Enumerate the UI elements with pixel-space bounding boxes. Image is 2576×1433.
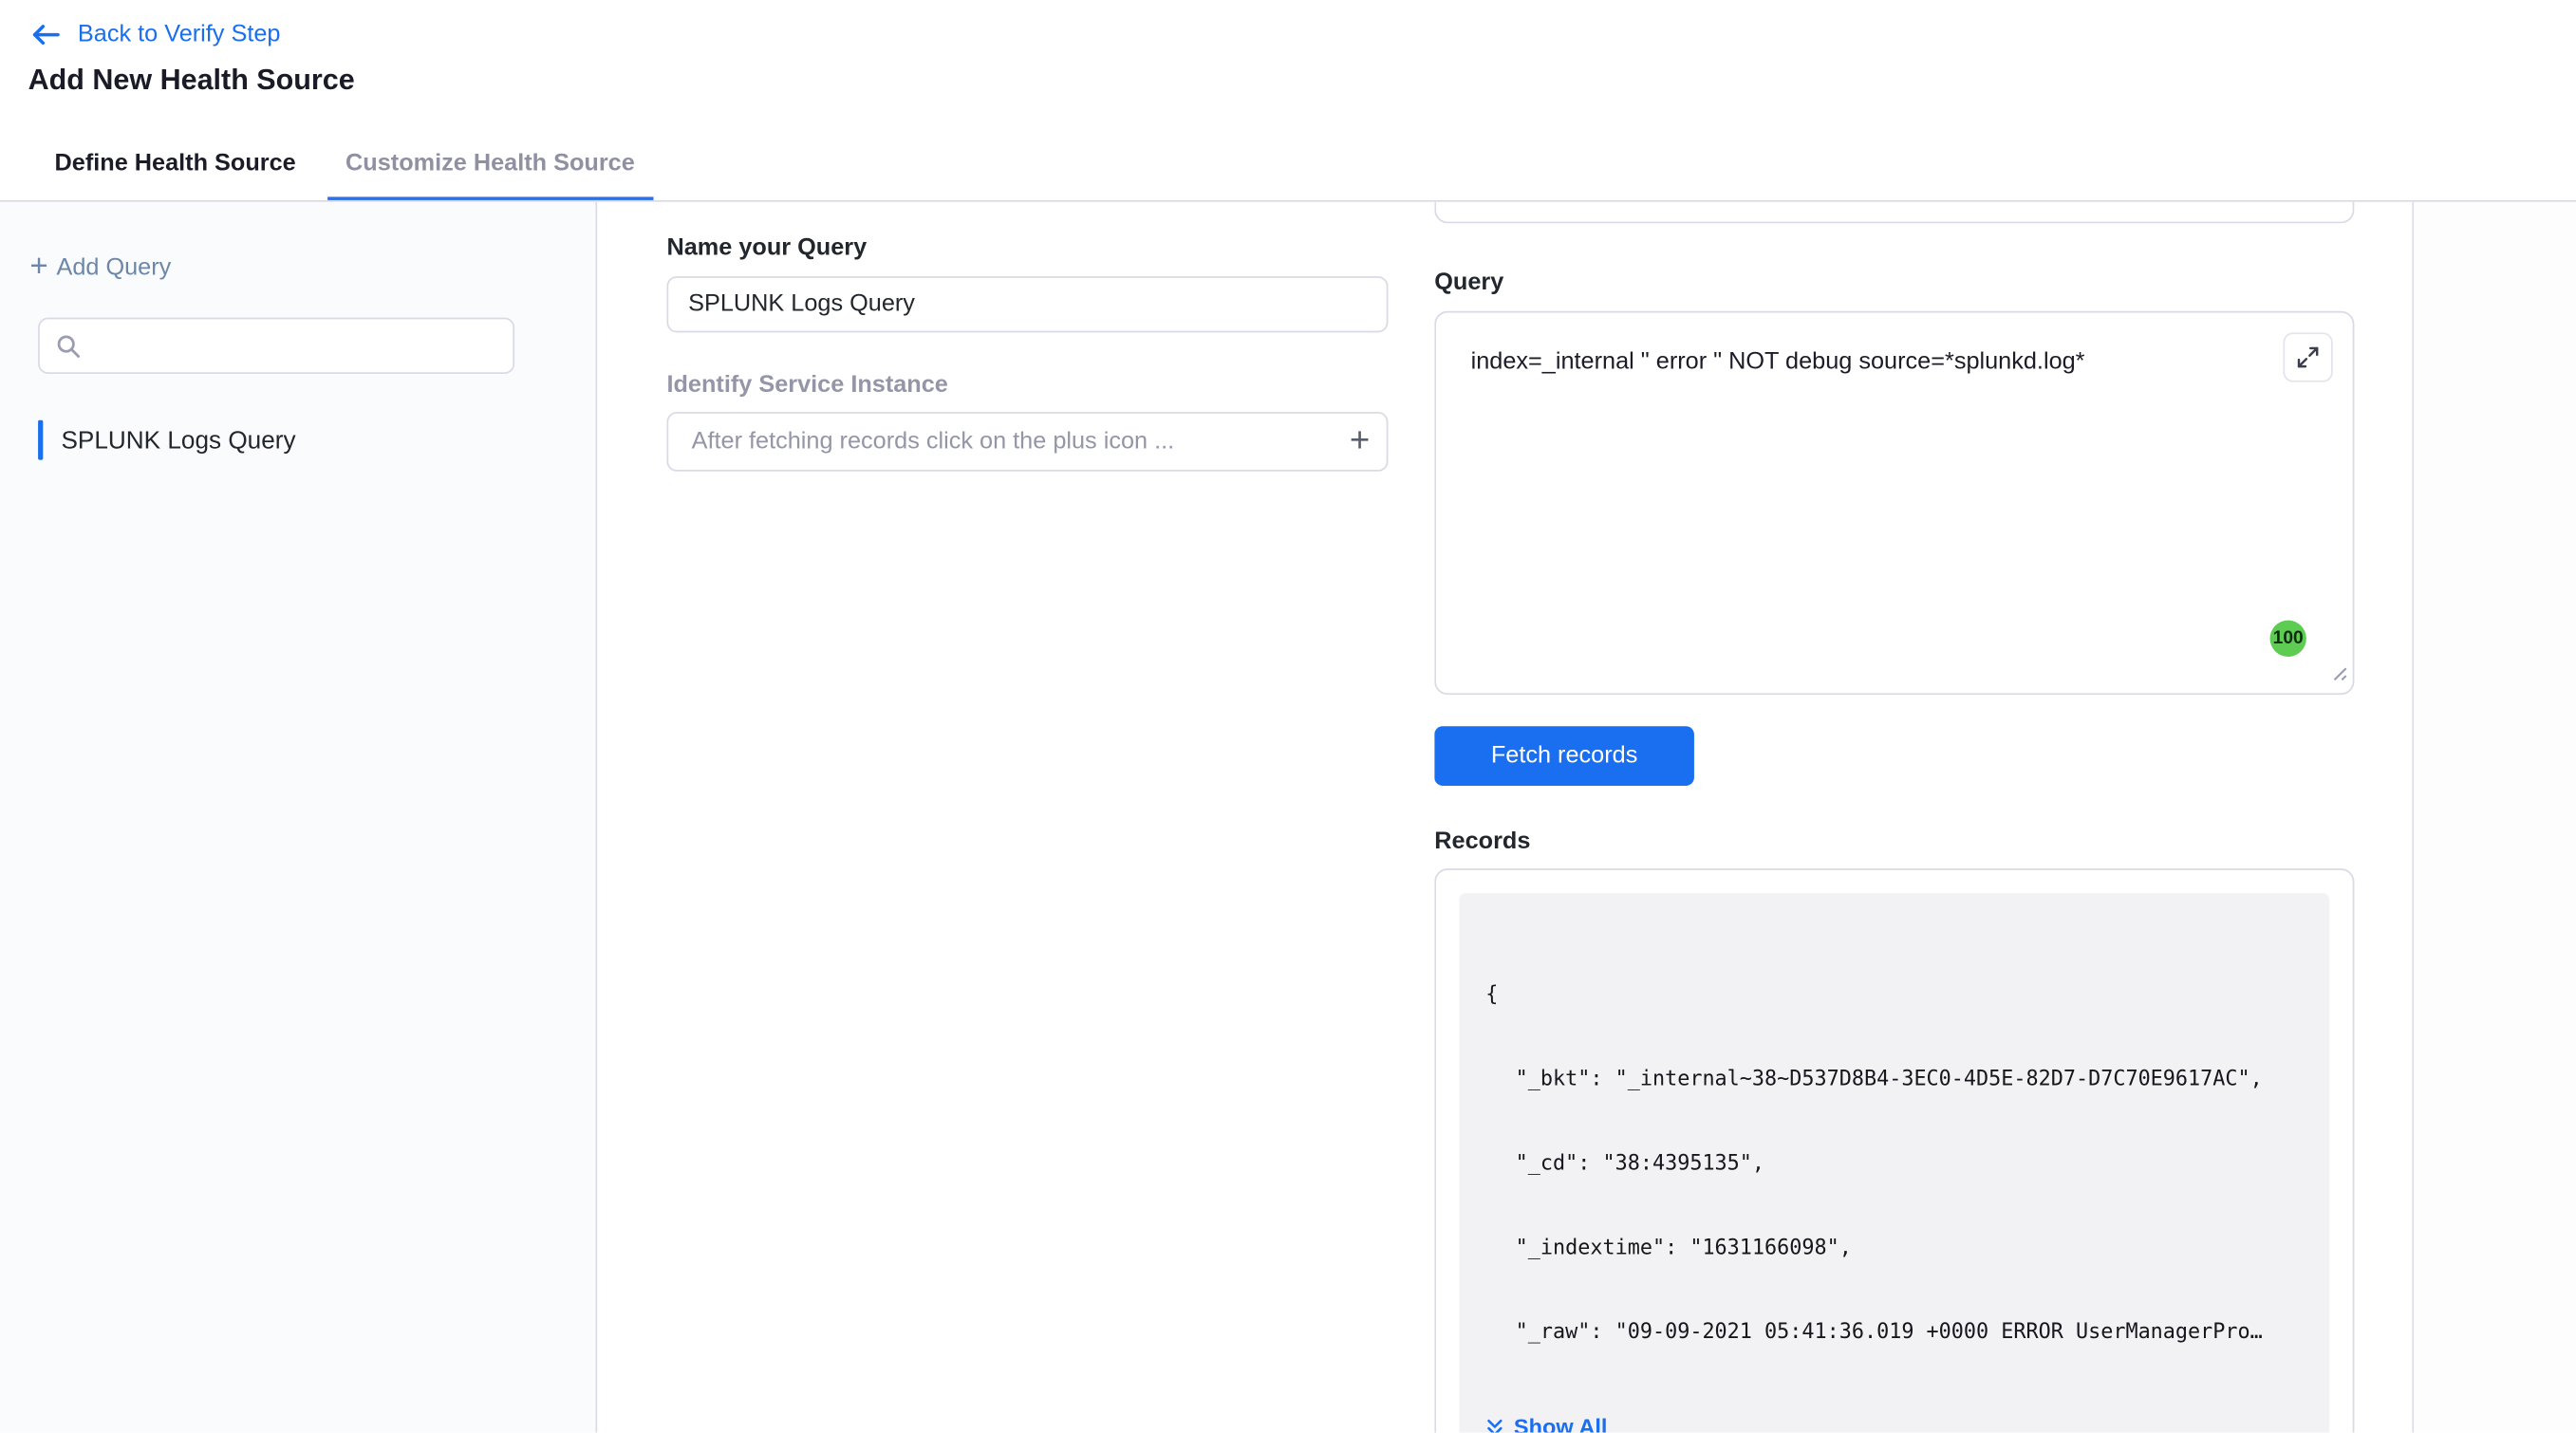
plus-icon: + bbox=[29, 256, 47, 279]
back-link-label: Back to Verify Step bbox=[78, 22, 281, 48]
query-sidebar: + Add Query SPLUNK Logs Query bbox=[0, 202, 597, 1433]
record-json: { "_bkt": "_internal~38~D537D8B4-3EC0-4D… bbox=[1485, 923, 2303, 1402]
record-json-line: "_cd": "38:4395135", bbox=[1485, 1148, 2303, 1177]
query-editor[interactable]: index=_internal " error " NOT debug sour… bbox=[1434, 311, 2354, 695]
query-form-column: Name your Query Identify Service Instanc… bbox=[597, 202, 1434, 1433]
query-item-label: SPLUNK Logs Query bbox=[61, 426, 295, 455]
query-label: Query bbox=[1434, 270, 2412, 296]
record-count-badge: 100 bbox=[2270, 621, 2306, 657]
query-list: SPLUNK Logs Query bbox=[0, 417, 596, 463]
show-all-label: Show All bbox=[1514, 1414, 1607, 1432]
record-item: { "_bkt": "_internal~38~D537D8B4-3EC0-4D… bbox=[1459, 893, 2329, 1432]
expand-icon bbox=[2296, 345, 2319, 368]
record-json-line: "_bkt": "_internal~38~D537D8B4-3EC0-4D5E… bbox=[1485, 1064, 2303, 1092]
record-json-line: "_raw": "09-09-2021 05:41:36.019 +0000 E… bbox=[1485, 1316, 2303, 1345]
show-all-link[interactable]: Show All bbox=[1485, 1414, 1607, 1432]
add-query-button[interactable]: + Add Query bbox=[29, 254, 171, 281]
query-text: index=_internal " error " NOT debug sour… bbox=[1471, 349, 2085, 376]
page-header: Back to Verify Step Add New Health Sourc… bbox=[0, 0, 2576, 202]
tab-bar: Define Health Source Customize Health So… bbox=[0, 131, 2576, 200]
search-icon bbox=[56, 333, 81, 358]
query-search-input[interactable] bbox=[94, 331, 496, 361]
name-query-label: Name your Query bbox=[666, 235, 1434, 262]
double-chevron-down-icon bbox=[1485, 1417, 1503, 1433]
query-panel-column: Query index=_internal " error " NOT debu… bbox=[1434, 202, 2414, 1433]
query-search-box bbox=[38, 318, 514, 374]
add-query-label: Add Query bbox=[56, 254, 171, 281]
selected-indicator-bar bbox=[38, 420, 43, 460]
resize-handle-icon[interactable] bbox=[2329, 661, 2347, 688]
back-to-verify-link[interactable]: Back to Verify Step bbox=[0, 0, 280, 48]
clipped-field-above[interactable] bbox=[1434, 202, 2354, 224]
records-label: Records bbox=[1434, 828, 2412, 855]
service-instance-input[interactable] bbox=[688, 427, 1336, 456]
record-json-line: { bbox=[1485, 979, 2303, 1008]
records-list: { "_bkt": "_internal~38~D537D8B4-3EC0-4D… bbox=[1434, 868, 2354, 1432]
tab-customize-health-source[interactable]: Customize Health Source bbox=[327, 131, 653, 200]
content-area: + Add Query SPLUNK Logs Query Name your … bbox=[0, 202, 2576, 1433]
record-json-line: "_indextime": "1631166098", bbox=[1485, 1233, 2303, 1261]
page-title: Add New Health Source bbox=[28, 63, 2576, 98]
query-name-input[interactable] bbox=[666, 276, 1388, 332]
service-instance-field: + bbox=[666, 412, 1388, 472]
add-service-instance-plus-icon[interactable]: + bbox=[1350, 427, 1370, 456]
query-list-item-selected[interactable]: SPLUNK Logs Query bbox=[0, 417, 596, 463]
add-health-source-page: Back to Verify Step Add New Health Sourc… bbox=[0, 0, 2576, 1433]
service-instance-label: Identify Service Instance bbox=[666, 372, 1434, 399]
expand-query-button[interactable] bbox=[2283, 332, 2332, 382]
fetch-records-button[interactable]: Fetch records bbox=[1434, 726, 1694, 786]
tab-define-health-source[interactable]: Define Health Source bbox=[36, 131, 314, 200]
arrow-left-icon bbox=[29, 23, 61, 46]
right-gutter bbox=[2414, 202, 2576, 1433]
